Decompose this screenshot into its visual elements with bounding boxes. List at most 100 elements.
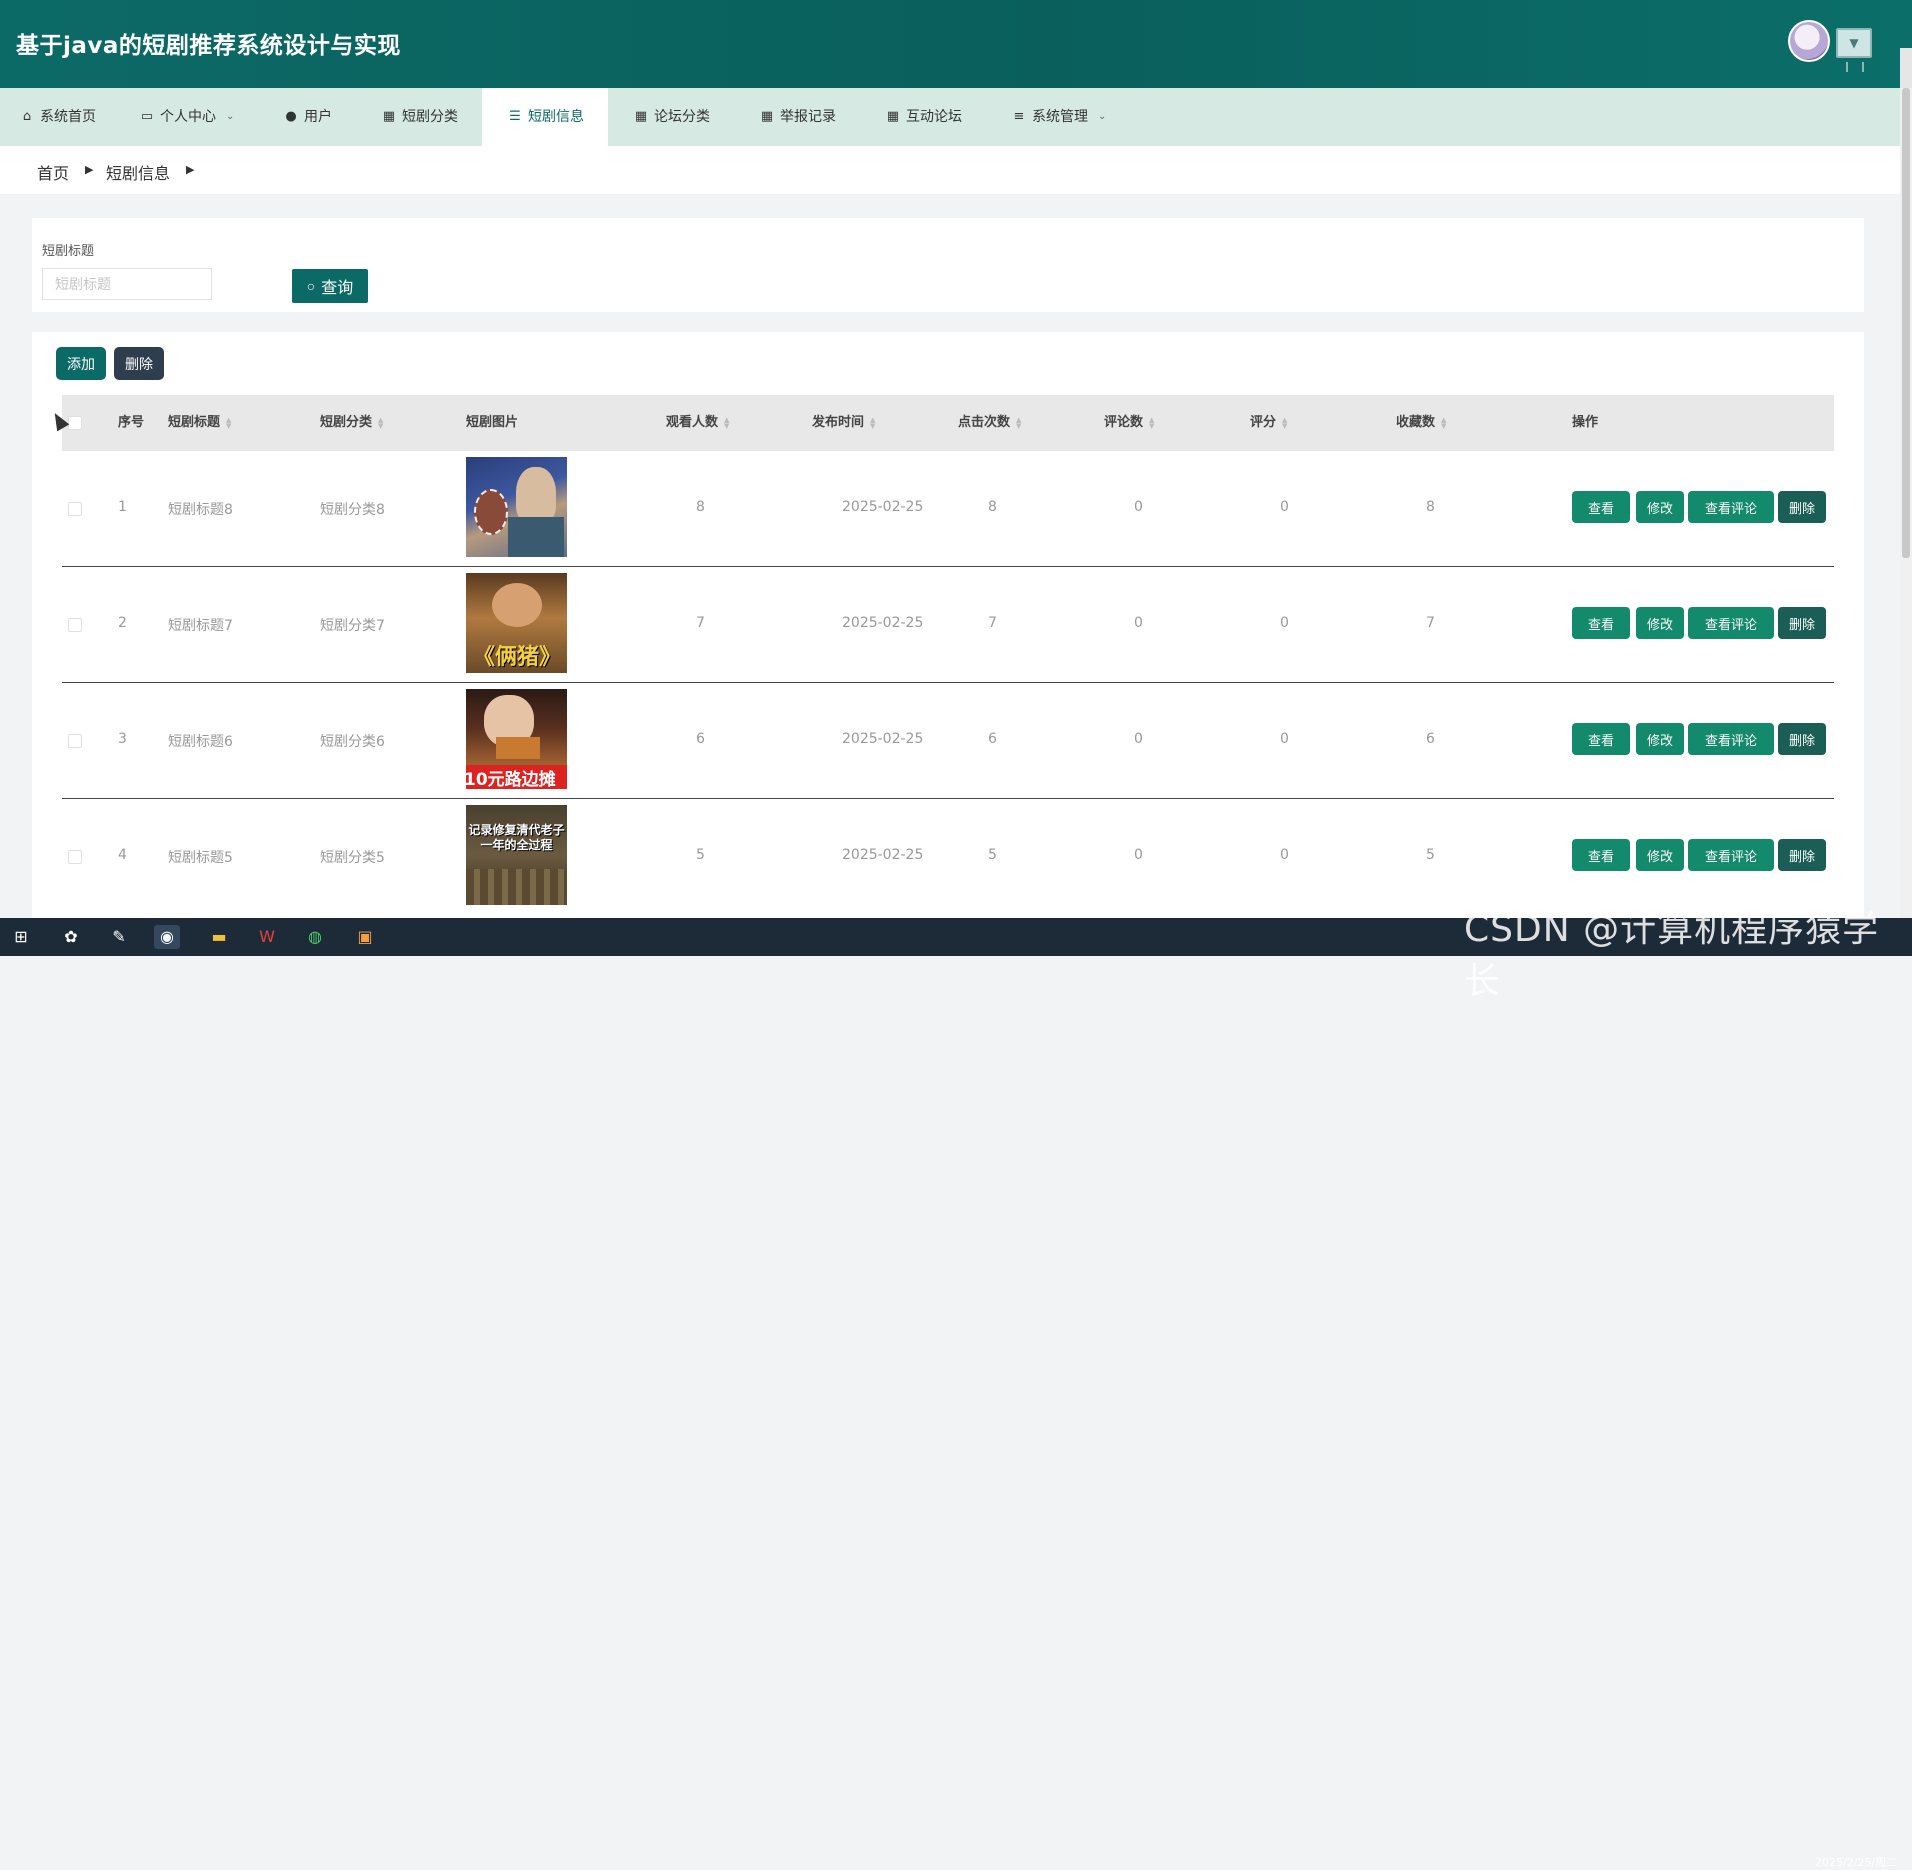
nav-label: 短剧分类 xyxy=(402,109,458,125)
drama-thumbnail[interactable]: 记录修复清代老子一年的全过程 xyxy=(466,805,567,905)
drama-thumbnail[interactable] xyxy=(466,457,567,557)
cell-clicks: 6 xyxy=(988,731,997,747)
col-actions: 操作 xyxy=(1572,415,1599,430)
avatar[interactable] xyxy=(1788,20,1830,62)
cell-date: 2025-02-25 xyxy=(842,731,924,747)
vertical-scrollbar[interactable] xyxy=(1900,88,1912,918)
cell-favorites: 6 xyxy=(1426,731,1435,747)
sort-icon[interactable]: ▲ ▼ xyxy=(378,417,383,430)
scrollbar-thumb[interactable] xyxy=(1902,88,1910,558)
edit-button[interactable]: 修改 xyxy=(1636,723,1684,755)
cell-category: 短剧分类5 xyxy=(320,850,385,866)
col-rating[interactable]: 评分 ▲ ▼ xyxy=(1250,395,1287,451)
col-image: 短剧图片 xyxy=(466,415,519,430)
cell-title: 短剧标题6 xyxy=(168,734,233,750)
drama-thumbnail[interactable]: 《俩猪》 xyxy=(466,573,567,673)
settings-gear-icon[interactable]: ✿ xyxy=(58,925,84,949)
cell-views: 7 xyxy=(696,615,705,631)
monitor-stand-icon xyxy=(1846,62,1864,72)
sliders-icon: ☰ xyxy=(509,109,521,124)
row-checkbox[interactable] xyxy=(68,502,82,516)
wps-office-icon[interactable]: W xyxy=(254,925,280,949)
nav-item-forum[interactable]: ▦ 互动论坛 xyxy=(886,88,962,146)
cell-category: 短剧分类8 xyxy=(320,502,385,518)
wechat-icon[interactable]: ◍ xyxy=(302,925,328,949)
col-clicks[interactable]: 点击次数 ▲ ▼ xyxy=(958,395,1021,451)
row-checkbox[interactable] xyxy=(68,734,82,748)
chevron-right-icon: ▶ xyxy=(85,163,94,176)
nav-item-forum-category[interactable]: ▦ 论坛分类 xyxy=(634,88,710,146)
view-button[interactable]: 查看 xyxy=(1572,607,1630,639)
cell-clicks: 8 xyxy=(988,499,997,515)
nav-item-personal-center[interactable]: ▭ 个人中心 ⌄ xyxy=(140,88,235,146)
col-comments[interactable]: 评论数 ▲ ▼ xyxy=(1104,395,1154,451)
view-comments-button[interactable]: 查看评论 xyxy=(1688,723,1774,755)
nav-label: 论坛分类 xyxy=(654,109,710,125)
nav-item-home[interactable]: ⌂ 系统首页 xyxy=(20,88,96,146)
col-category[interactable]: 短剧分类 ▲ ▼ xyxy=(320,395,383,451)
view-comments-button[interactable]: 查看评论 xyxy=(1688,491,1774,523)
cell-favorites: 8 xyxy=(1426,499,1435,515)
wallet-icon: ▭ xyxy=(140,109,154,124)
cell-views: 6 xyxy=(696,731,705,747)
col-date[interactable]: 发布时间 ▲ ▼ xyxy=(812,395,875,451)
col-favorites[interactable]: 收藏数 ▲ ▼ xyxy=(1396,395,1446,451)
grid-icon: ▦ xyxy=(760,109,774,124)
sort-icon[interactable]: ▲ ▼ xyxy=(1149,417,1154,430)
nav-item-drama-info[interactable]: ☰ 短剧信息 xyxy=(482,88,608,146)
col-views[interactable]: 观看人数 ▲ ▼ xyxy=(666,395,729,451)
table-row: 1 短剧标题8 短剧分类8 8 2025-02-25 8 0 0 8 查看 修改… xyxy=(62,451,1834,567)
row-checkbox[interactable] xyxy=(68,618,82,632)
view-button[interactable]: 查看 xyxy=(1572,491,1630,523)
search-icon: ○ xyxy=(306,278,316,294)
nav-item-report-records[interactable]: ▦ 举报记录 xyxy=(760,88,836,146)
sort-icon[interactable]: ▲ ▼ xyxy=(870,417,875,430)
col-index: 序号 xyxy=(118,415,145,430)
header-scrollbar[interactable] xyxy=(1900,48,1912,88)
search-input[interactable] xyxy=(42,268,212,300)
file-explorer-icon[interactable]: ▬ xyxy=(206,925,232,949)
edit-button[interactable]: 修改 xyxy=(1636,607,1684,639)
batch-delete-button[interactable]: 删除 xyxy=(114,347,164,380)
view-comments-button[interactable]: 查看评论 xyxy=(1688,607,1774,639)
grid-icon: ▦ xyxy=(886,109,900,124)
data-panel: 添加 删除 序号 短剧标题 ▲ ▼ 短剧分类 ▲ ▼ 短剧图片 观看人数 ▲ ▼ 发布时间 ▲… xyxy=(32,332,1864,922)
nav-item-drama-category[interactable]: ▦ 短剧分类 xyxy=(382,88,458,146)
notes-app-icon[interactable]: ✎ xyxy=(106,925,132,949)
sort-icon[interactable]: ▲ ▼ xyxy=(1441,417,1446,430)
delete-button[interactable]: 删除 xyxy=(1778,723,1826,755)
nav-item-system-management[interactable]: ≡ 系统管理 ⌄ xyxy=(1012,88,1107,146)
delete-button[interactable]: 删除 xyxy=(1778,491,1826,523)
query-label: 查询 xyxy=(321,280,354,297)
select-all-checkbox[interactable] xyxy=(68,416,82,430)
cell-index: 4 xyxy=(118,847,127,863)
sort-icon[interactable]: ▲ ▼ xyxy=(724,417,729,430)
edit-button[interactable]: 修改 xyxy=(1636,491,1684,523)
drama-thumbnail[interactable]: 10元路边摊 xyxy=(466,689,567,789)
user-dropdown-button[interactable]: ▼ xyxy=(1836,28,1872,58)
add-button[interactable]: 添加 xyxy=(56,347,106,380)
sort-icon[interactable]: ▲ ▼ xyxy=(226,417,231,430)
sort-icon[interactable]: ▲ ▼ xyxy=(1016,417,1021,430)
grid-icon: ▦ xyxy=(634,109,648,124)
view-button[interactable]: 查看 xyxy=(1572,839,1630,871)
table-row: 2 短剧标题7 短剧分类7 《俩猪》 7 2025-02-25 7 0 0 7 … xyxy=(62,567,1834,683)
view-button[interactable]: 查看 xyxy=(1572,723,1630,755)
search-panel: 短剧标题 ○ 查询 xyxy=(32,218,1864,312)
sort-icon[interactable]: ▲ ▼ xyxy=(1282,417,1287,430)
thumbnail-caption: 10元路边摊 xyxy=(466,765,567,789)
delete-button[interactable]: 删除 xyxy=(1778,607,1826,639)
edit-button[interactable]: 修改 xyxy=(1636,839,1684,871)
nav-label: 互动论坛 xyxy=(906,109,962,125)
col-title[interactable]: 短剧标题 ▲ ▼ xyxy=(168,395,231,451)
windows-start-icon[interactable]: ⊞ xyxy=(8,925,34,949)
nav-item-user[interactable]: ● 用户 xyxy=(284,88,332,146)
chrome-browser-icon[interactable]: ◉ xyxy=(154,925,180,949)
screen-recorder-icon[interactable]: ▣ xyxy=(352,925,378,949)
row-checkbox[interactable] xyxy=(68,850,82,864)
csdn-watermark: CSDN @计算机程序猿学长 xyxy=(1464,909,1880,1002)
breadcrumb-home[interactable]: 首页 xyxy=(37,160,69,184)
view-comments-button[interactable]: 查看评论 xyxy=(1688,839,1774,871)
query-button[interactable]: ○ 查询 xyxy=(292,269,368,303)
delete-button[interactable]: 删除 xyxy=(1778,839,1826,871)
